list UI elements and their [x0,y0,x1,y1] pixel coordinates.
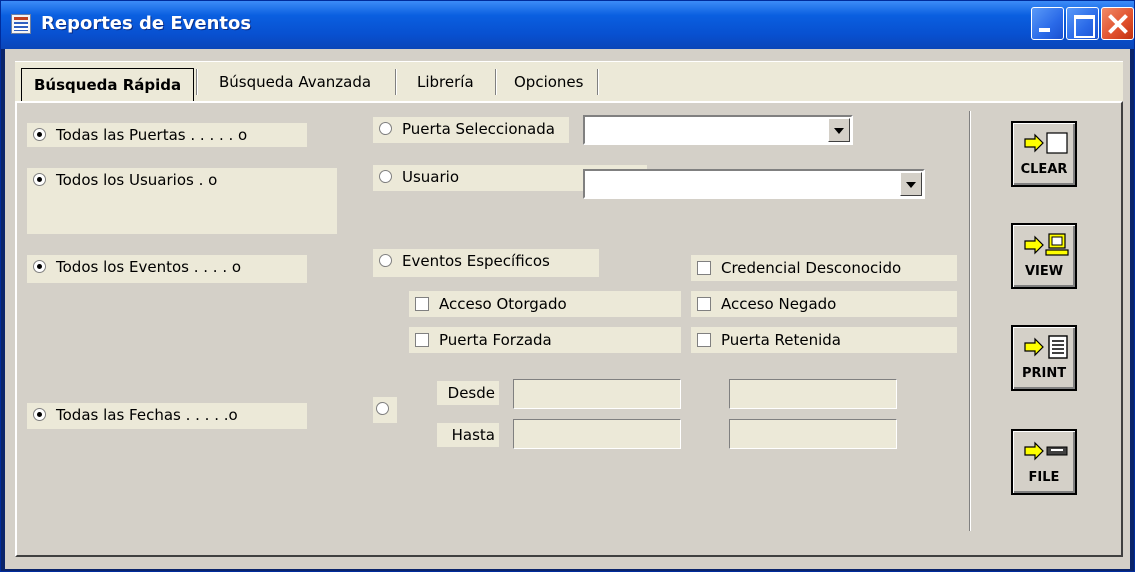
print-button[interactable]: PRINT [1011,325,1077,391]
file-button[interactable]: FILE [1011,429,1077,495]
all-events-option[interactable]: Todos los Eventos . . . . o [27,255,307,283]
specific-events-option[interactable]: Eventos Específicos [373,249,599,277]
selected-door-label: Puerta Seleccionada [402,120,555,138]
date-range-option[interactable] [373,397,397,423]
check-label: Credencial Desconocido [721,259,902,277]
title-bar[interactable]: Reportes de Eventos [1,1,1134,49]
from-label: Desde [437,381,499,405]
to-label: Hasta [437,423,499,447]
close-button[interactable] [1101,7,1134,40]
tab-divider [597,69,599,95]
to-time-field[interactable] [729,419,897,449]
specific-events-label: Eventos Específicos [402,252,550,270]
all-doors-label: Todas las Puertas . . . . . o [56,126,248,144]
app-icon [11,14,31,34]
user-select[interactable] [583,169,925,199]
disk-icon [1024,441,1068,461]
tab-strip: Búsqueda Rápida Búsqueda Avanzada Librer… [15,61,1123,102]
checkbox-icon[interactable] [697,261,711,275]
check-acceso-otorgado[interactable]: Acceso Otorgado [409,291,681,317]
clear-button[interactable]: CLEAR [1011,121,1077,187]
client-area: Búsqueda Rápida Búsqueda Avanzada Librer… [5,49,1130,569]
checkbox-icon[interactable] [415,297,429,311]
radio-icon[interactable] [33,408,46,421]
all-users-label: Todos los Usuarios . o [56,171,218,189]
check-label: Acceso Otorgado [439,295,567,313]
monitor-icon [1024,233,1069,256]
file-label: FILE [1028,470,1060,485]
check-puerta-retenida[interactable]: Puerta Retenida [691,327,957,353]
checkbox-icon[interactable] [415,333,429,347]
selected-door-option[interactable]: Puerta Seleccionada [373,117,569,143]
all-users-option[interactable]: Todos los Usuarios . o [27,168,337,234]
check-acceso-negado[interactable]: Acceso Negado [691,291,957,317]
print-label: PRINT [1021,366,1067,381]
from-date-field[interactable] [513,379,681,409]
tab-opciones[interactable]: Opciones [502,66,595,98]
report-window: Reportes de Eventos Búsqueda Rápida Búsq… [0,0,1135,572]
window-title: Reportes de Eventos [41,13,252,34]
clear-icon [1024,132,1068,154]
from-time-field[interactable] [729,379,897,409]
tab-divider [495,69,497,95]
radio-icon[interactable] [33,173,46,186]
radio-icon[interactable] [33,260,46,273]
user-label: Usuario [402,168,460,186]
radio-icon[interactable] [379,254,392,267]
clear-label: CLEAR [1020,162,1068,177]
tab-libreria[interactable]: Librería [405,66,486,98]
all-doors-option[interactable]: Todas las Puertas . . . . . o [27,123,307,147]
checkbox-icon[interactable] [697,333,711,347]
radio-icon[interactable] [33,128,46,141]
radio-icon[interactable] [376,402,389,415]
view-label: VIEW [1024,264,1064,279]
panel-divider [969,111,971,531]
quick-search-panel: Todas las Puertas . . . . . o Todos los … [15,101,1123,557]
dropdown-arrow-icon[interactable] [828,118,850,142]
all-dates-option[interactable]: Todas las Fechas . . . . .o [27,403,307,429]
radio-icon[interactable] [379,170,392,183]
maximize-button[interactable] [1066,7,1099,40]
view-button[interactable]: VIEW [1011,223,1077,289]
check-label: Acceso Negado [721,295,837,313]
check-credencial-desconocido[interactable]: Credencial Desconocido [691,255,957,281]
radio-icon[interactable] [379,122,392,135]
checkbox-icon[interactable] [697,297,711,311]
tab-busqueda-rapida[interactable]: Búsqueda Rápida [21,68,195,102]
door-select[interactable] [583,115,853,145]
all-events-label: Todos los Eventos . . . . o [56,258,242,276]
check-label: Puerta Forzada [439,331,552,349]
to-date-field[interactable] [513,419,681,449]
tab-busqueda-avanzada[interactable]: Búsqueda Avanzada [207,66,383,98]
document-icon [1024,335,1068,359]
dropdown-arrow-icon[interactable] [900,172,922,196]
tab-divider [395,69,397,95]
minimize-button[interactable] [1031,7,1064,40]
tab-divider [196,69,198,95]
check-puerta-forzada[interactable]: Puerta Forzada [409,327,681,353]
check-label: Puerta Retenida [721,331,841,349]
all-dates-label: Todas las Fechas . . . . .o [56,406,238,424]
